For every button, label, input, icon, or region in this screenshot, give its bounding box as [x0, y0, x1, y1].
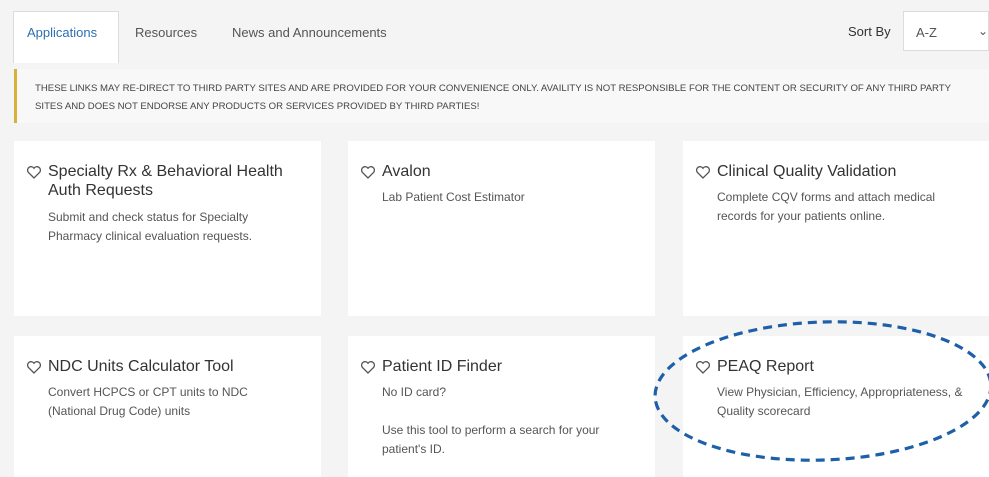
notice-text: These links may re-direct to third party…	[35, 83, 951, 112]
card-description: Complete CQV forms and attach medical re…	[717, 190, 936, 223]
heart-icon[interactable]	[26, 359, 42, 375]
card-description: View Physician, Efficiency, Appropriaten…	[717, 385, 963, 418]
tab-resources[interactable]: Resources	[135, 25, 197, 40]
tab-bar: Applications Resources News and Announce…	[0, 0, 989, 63]
card-specialty-rx[interactable]: Specialty Rx & Behavioral Health Auth Re…	[14, 141, 321, 316]
card-clinical-quality-validation[interactable]: Clinical Quality Validation Complete CQV…	[683, 141, 989, 316]
heart-icon[interactable]	[360, 359, 376, 375]
card-description: Convert HCPCS or CPT units to NDC (Natio…	[48, 385, 248, 418]
heart-icon[interactable]	[695, 164, 711, 180]
sort-by-label: Sort By	[848, 24, 891, 39]
card-title[interactable]: Patient ID Finder	[382, 357, 622, 376]
card-title[interactable]: PEAQ Report	[717, 357, 957, 376]
card-description: Lab Patient Cost Estimator	[382, 190, 525, 204]
card-title[interactable]: NDC Units Calculator Tool	[48, 357, 308, 376]
card-title[interactable]: Specialty Rx & Behavioral Health Auth Re…	[48, 162, 288, 200]
heart-icon[interactable]	[360, 164, 376, 180]
tab-applications[interactable]: Applications	[27, 25, 97, 40]
card-title[interactable]: Clinical Quality Validation	[717, 162, 977, 181]
sort-selected-value: A-Z	[916, 25, 937, 40]
card-ndc-units-calculator[interactable]: NDC Units Calculator Tool Convert HCPCS …	[14, 336, 321, 477]
card-patient-id-finder[interactable]: Patient ID Finder No ID card? Use this t…	[348, 336, 655, 477]
heart-icon[interactable]	[26, 164, 42, 180]
card-title[interactable]: Avalon	[382, 162, 622, 181]
heart-icon[interactable]	[695, 359, 711, 375]
card-description: Submit and check status for Specialty Ph…	[48, 210, 253, 243]
third-party-notice: These links may re-direct to third party…	[14, 69, 989, 123]
chevron-down-icon: ⌄	[978, 24, 989, 38]
card-peaq-report[interactable]: PEAQ Report View Physician, Efficiency, …	[683, 336, 989, 477]
tab-news-and-announcements[interactable]: News and Announcements	[232, 25, 387, 40]
card-description-secondary: Use this tool to perform a search for yo…	[382, 423, 600, 456]
card-description: No ID card?	[382, 385, 447, 399]
sort-select[interactable]: A-Z ⌄	[903, 11, 989, 51]
card-avalon[interactable]: Avalon Lab Patient Cost Estimator	[348, 141, 655, 316]
